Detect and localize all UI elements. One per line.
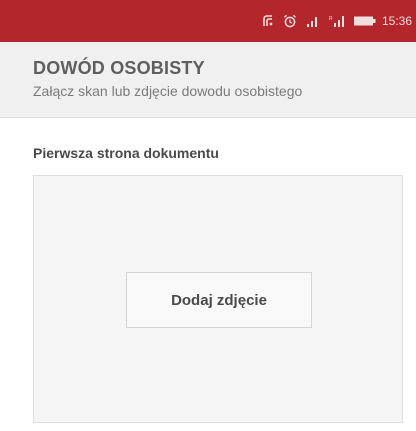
svg-text:R: R [329, 16, 333, 22]
add-photo-button[interactable]: Dodaj zdjęcie [126, 272, 312, 328]
page-title: DOWÓD OSOBISTY [33, 58, 205, 78]
section-label: Pierwsza strona dokumentu [33, 145, 219, 161]
status-time: 15:36 [381, 14, 412, 28]
signal-roaming-icon: R [329, 13, 345, 29]
page-subtitle: Załącz skan lub zdjęcie dowodu osobisteg… [33, 83, 303, 99]
battery-icon [353, 13, 376, 29]
alarm-icon [283, 13, 297, 29]
status-bar: R 15:36 [0, 0, 416, 42]
page-header: DOWÓD OSOBISTY Załącz skan lub zdjęcie d… [0, 42, 416, 118]
document-section: Pierwsza strona dokumentu Dodaj zdjęcie [0, 118, 416, 431]
nfc-icon [262, 13, 274, 29]
upload-area[interactable]: Dodaj zdjęcie [33, 175, 403, 423]
signal-icon [306, 13, 320, 29]
